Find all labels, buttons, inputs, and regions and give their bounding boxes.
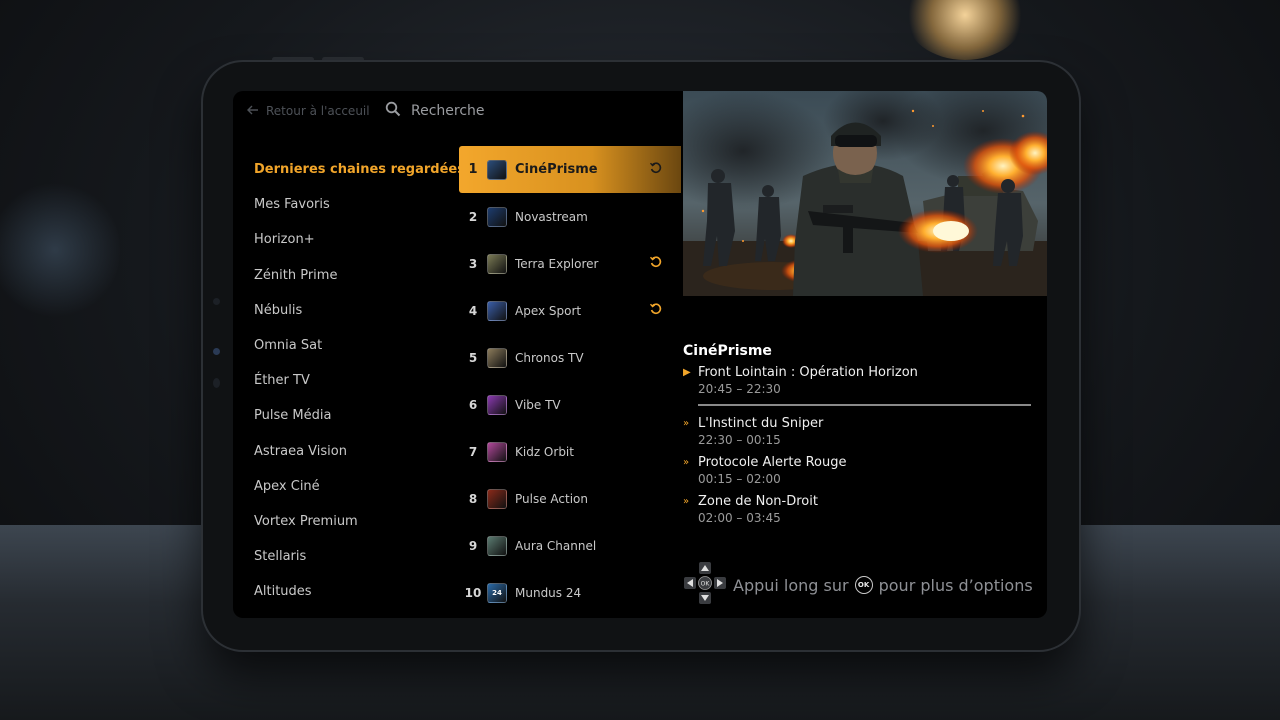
channel-row[interactable]: 5 Chronos TV bbox=[459, 334, 681, 381]
chevron-right-icon: » bbox=[683, 457, 690, 468]
back-home-label: Retour à l'acceuil bbox=[266, 104, 370, 118]
arrow-left-icon bbox=[247, 104, 259, 118]
channel-number: 6 bbox=[468, 397, 478, 412]
search-icon bbox=[385, 101, 401, 121]
channel-number: 4 bbox=[468, 303, 478, 318]
chevron-right-icon: » bbox=[683, 496, 690, 507]
program-time: 20:45 – 22:30 bbox=[698, 382, 781, 396]
replay-icon bbox=[649, 302, 665, 318]
replay-icon bbox=[649, 161, 665, 177]
channel-logo-icon bbox=[487, 394, 507, 415]
program-guide: CinéPrisme ▶ Front Lointain : Opération … bbox=[683, 343, 1043, 533]
remote-hint: OK Appui long sur OK pour plus d’options bbox=[683, 561, 1033, 609]
channel-row[interactable]: 3 Terra Explorer bbox=[459, 240, 681, 287]
epg-channel-name: CinéPrisme bbox=[683, 343, 772, 359]
channel-number: 7 bbox=[468, 444, 478, 459]
channel-logo-icon bbox=[487, 347, 507, 368]
channel-number: 3 bbox=[468, 256, 478, 271]
background-light-left bbox=[0, 180, 120, 320]
channel-row[interactable]: 10 24 Mundus 24 bbox=[459, 569, 681, 616]
channel-number: 5 bbox=[468, 350, 478, 365]
program-title: L'Instinct du Sniper bbox=[698, 416, 824, 431]
tv-app-screen: Retour à l'acceuil Recherche Dernieres c… bbox=[233, 91, 1047, 618]
category-item[interactable]: Altitudes bbox=[254, 577, 454, 612]
channel-row[interactable]: 8 Pulse Action bbox=[459, 475, 681, 522]
category-item[interactable]: Pulse Média bbox=[254, 401, 454, 436]
channel-logo-icon bbox=[487, 253, 507, 274]
channel-row[interactable]: 9 Aura Channel bbox=[459, 522, 681, 569]
channel-number: 1 bbox=[468, 162, 478, 177]
channel-list: 1 CinéPrisme 2 Novastream 3 Terra Explorer 4 Ap… bbox=[459, 146, 681, 616]
category-item-recent[interactable]: Dernieres chaines regardées bbox=[254, 155, 465, 190]
war-scene-image bbox=[683, 91, 1047, 296]
channel-name: Novastream bbox=[515, 209, 588, 224]
category-item[interactable]: Zénith Prime bbox=[254, 261, 454, 296]
category-item[interactable]: Stellaris bbox=[254, 542, 454, 577]
chevron-right-icon: » bbox=[683, 418, 690, 429]
channel-number: 2 bbox=[468, 209, 478, 224]
program-time: 00:15 – 02:00 bbox=[698, 472, 781, 486]
category-item[interactable]: Nébulis bbox=[254, 296, 454, 331]
replay-icon bbox=[649, 255, 665, 271]
category-item[interactable]: Vortex Premium bbox=[254, 507, 454, 542]
current-program[interactable]: ▶ Front Lointain : Opération Horizon 20:… bbox=[683, 365, 1043, 396]
channel-row[interactable]: 1 CinéPrisme bbox=[459, 146, 681, 193]
channel-logo-icon bbox=[487, 206, 507, 227]
channel-name: Vibe TV bbox=[515, 397, 561, 412]
back-home-link[interactable]: Retour à l'acceuil bbox=[247, 104, 370, 118]
background-light bbox=[905, 0, 1025, 60]
dpad-ok-label: OK bbox=[701, 581, 711, 588]
channel-name: Aura Channel bbox=[515, 538, 597, 553]
category-item[interactable]: Astraea Vision bbox=[254, 437, 454, 472]
channel-logo-icon bbox=[487, 300, 507, 321]
channel-number: 10 bbox=[464, 585, 482, 600]
category-item[interactable]: Apex Ciné bbox=[254, 472, 454, 507]
program-progress-bar bbox=[698, 404, 1031, 406]
ok-button-icon: OK bbox=[854, 576, 873, 594]
channel-preview-video[interactable] bbox=[683, 91, 1047, 296]
search-label: Recherche bbox=[411, 103, 485, 119]
tablet-camera bbox=[213, 348, 220, 355]
channel-logo-icon bbox=[487, 159, 507, 180]
channel-row[interactable]: 4 Apex Sport bbox=[459, 287, 681, 334]
category-item[interactable]: Omnia Sat bbox=[254, 331, 454, 366]
channel-logo-icon bbox=[487, 535, 507, 556]
program-title: Protocole Alerte Rouge bbox=[698, 455, 847, 470]
play-icon: ▶ bbox=[683, 367, 691, 378]
hint-text-after: pour plus d’options bbox=[878, 575, 1033, 595]
channel-name: Chronos TV bbox=[515, 350, 584, 365]
channel-logo-icon bbox=[487, 441, 507, 462]
upcoming-program[interactable]: » Zone de Non-Droit 02:00 – 03:45 bbox=[683, 494, 1043, 525]
search-button[interactable]: Recherche bbox=[385, 101, 485, 121]
program-time: 02:00 – 03:45 bbox=[698, 511, 781, 525]
category-item[interactable]: Horizon+ bbox=[254, 225, 454, 260]
channel-name: Mundus 24 bbox=[515, 585, 582, 600]
hint-text-before: Appui long sur bbox=[733, 575, 849, 595]
upcoming-program[interactable]: » Protocole Alerte Rouge 00:15 – 02:00 bbox=[683, 455, 1043, 486]
program-title: Front Lointain : Opération Horizon bbox=[698, 365, 918, 380]
channel-row[interactable]: 6 Vibe TV bbox=[459, 381, 681, 428]
program-title: Zone de Non-Droit bbox=[698, 494, 818, 509]
tablet-sensor bbox=[213, 298, 220, 305]
tablet-sensor-2 bbox=[213, 378, 220, 388]
channel-number: 9 bbox=[468, 538, 478, 553]
dpad-icon: OK bbox=[683, 561, 727, 609]
channel-name: Pulse Action bbox=[515, 491, 588, 506]
channel-logo-icon bbox=[487, 488, 507, 509]
category-item[interactable]: Éther TV bbox=[254, 366, 454, 401]
channel-name: Kidz Orbit bbox=[515, 444, 574, 459]
upcoming-program[interactable]: » L'Instinct du Sniper 22:30 – 00:15 bbox=[683, 416, 1043, 447]
program-time: 22:30 – 00:15 bbox=[698, 433, 781, 447]
channel-logo-icon: 24 bbox=[487, 582, 507, 603]
channel-row[interactable]: 7 Kidz Orbit bbox=[459, 428, 681, 475]
category-list: Dernieres chaines regardées Mes Favoris … bbox=[254, 155, 465, 612]
category-item-favorites[interactable]: Mes Favoris bbox=[254, 190, 454, 225]
channel-row[interactable]: 2 Novastream bbox=[459, 193, 681, 240]
channel-number: 8 bbox=[468, 491, 478, 506]
